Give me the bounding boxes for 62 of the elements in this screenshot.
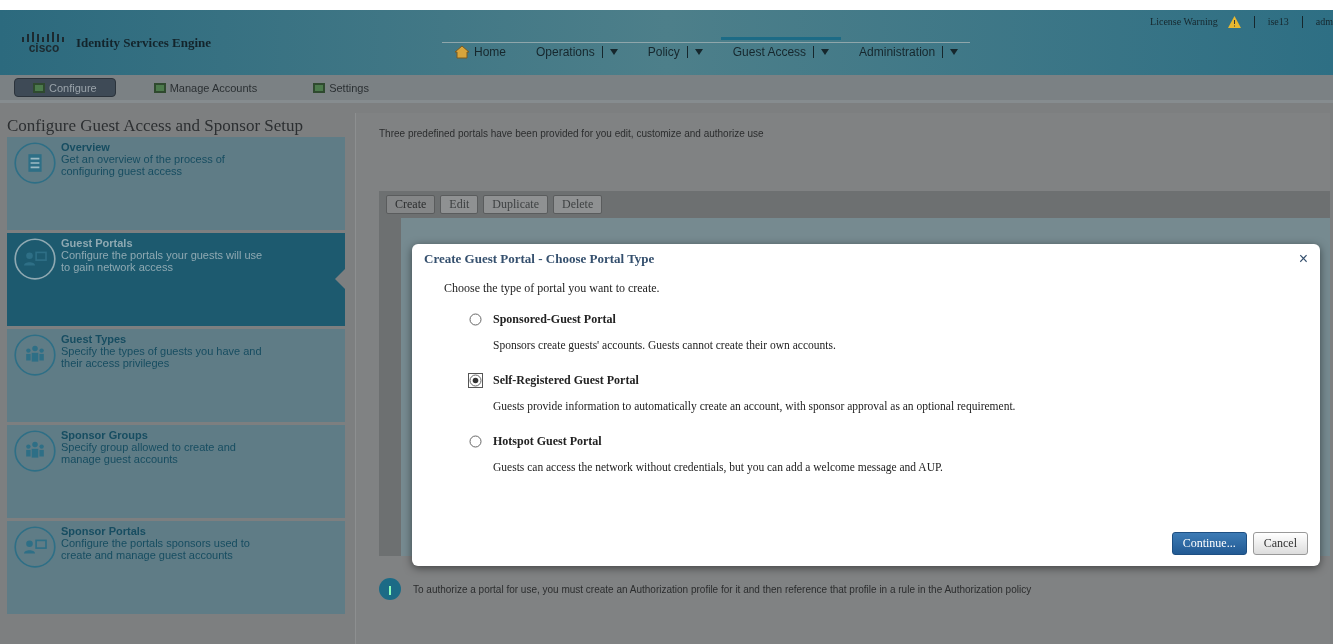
header-link[interactable]: License Warning — [1150, 16, 1218, 28]
item-title: Sponsor Groups — [61, 428, 149, 441]
option-description: Sponsors create guests' accounts. Guests cannot create their own accounts. — [493, 339, 837, 351]
nav-tab[interactable]: Operations — [524, 37, 630, 63]
item-title: Guest Portals — [61, 236, 134, 249]
caret-icon — [950, 48, 959, 55]
option-description: Guests provide information to automatically create an account, with sponsor approval as an optional requirement. — [493, 400, 1017, 412]
people-icon — [13, 428, 57, 473]
nav-tab[interactable]: Administration — [847, 37, 971, 63]
list-icon — [13, 140, 57, 185]
page-title: Configure Guest Access and Sponsor Setup — [7, 117, 305, 135]
info-icon — [379, 578, 401, 600]
radio-button[interactable] — [468, 434, 483, 449]
item-description: Specify group allowed to create and manage guest accounts — [61, 440, 237, 467]
item-description: Specify the types of guests you have and their access privileges — [61, 344, 263, 371]
close-button[interactable]: × — [1298, 250, 1308, 268]
intro-text: Three predefined portals have been provided for you edit, customize and authorize use — [379, 128, 765, 139]
item-description: Get an overview of the process of configuring guest access — [61, 152, 226, 179]
warning-icon — [1227, 16, 1241, 28]
item-description: Configure the portals your guests will use to gain network access — [61, 248, 264, 275]
item-description: Configure the portals sponsors used to create and manage guest accounts — [61, 536, 251, 563]
option-label[interactable]: Sponsored-Guest Portal — [493, 312, 616, 327]
subnav-tab[interactable]: Settings — [295, 78, 387, 97]
sidebar-item[interactable]: Sponsor Portals Configure the portals sponsors used to create and manage guest accounts — [7, 520, 345, 614]
screen-icon — [33, 82, 45, 93]
caret-icon — [694, 48, 703, 55]
product-name: Identity Services Engine — [76, 34, 212, 51]
header-link[interactable]: adm — [1315, 16, 1333, 28]
sidebar-item[interactable]: Overview Get an overview of the process of configuring guest access — [7, 136, 345, 230]
info-text: To authorize a portal for use, you must create an Authorization profile for it and then reference that profile in a rule in the Authorization policy — [413, 583, 1032, 595]
option-description: Guests can access the network without credentials, but you can add a welcome message and AUP. — [493, 461, 944, 473]
continue-button[interactable]: Continue... — [1171, 532, 1247, 555]
nav-tab[interactable]: Policy — [635, 37, 715, 63]
caret-icon — [821, 48, 830, 55]
screen-icon — [153, 82, 166, 93]
option-label[interactable]: Self-Registered Guest Portal — [493, 373, 639, 388]
screen-icon — [313, 82, 326, 93]
item-title: Guest Types — [61, 332, 128, 345]
sidebar-item[interactable]: Sponsor Groups Specify group allowed to create and manage guest accounts — [7, 424, 345, 518]
radio-button[interactable] — [468, 312, 483, 327]
radio-button[interactable] — [468, 373, 483, 388]
person-screen-icon — [13, 236, 57, 281]
logo: cisco — [22, 31, 66, 54]
item-title: Overview — [61, 140, 111, 153]
sidebar-item[interactable]: Guest Portals Configure the portals your guests will use to gain network access — [7, 232, 345, 326]
house-icon — [454, 44, 470, 59]
toolbar-button[interactable]: Create — [386, 195, 436, 214]
cancel-button[interactable]: Cancel — [1252, 532, 1308, 555]
sidebar-item[interactable]: Guest Types Specify the types of guests you have and their access privileges — [7, 328, 345, 422]
dialog-title: Create Guest Portal - Choose Portal Type — [424, 251, 655, 267]
nav-tab[interactable]: Home — [442, 37, 518, 63]
dialog-prompt: Choose the type of portal you want to create. — [444, 281, 661, 296]
caret-icon — [609, 48, 618, 55]
option-label[interactable]: Hotspot Guest Portal — [493, 434, 602, 449]
nav-tab[interactable]: Guest Access — [720, 37, 842, 63]
subnav-tab[interactable]: Configure — [14, 78, 116, 97]
header-link[interactable]: ise13 — [1267, 16, 1289, 28]
pointer-notch — [335, 268, 345, 289]
people-icon — [13, 332, 57, 377]
item-title: Sponsor Portals — [61, 524, 147, 537]
person-screen-icon — [13, 524, 57, 569]
subnav-tab[interactable]: Manage Accounts — [135, 78, 276, 97]
